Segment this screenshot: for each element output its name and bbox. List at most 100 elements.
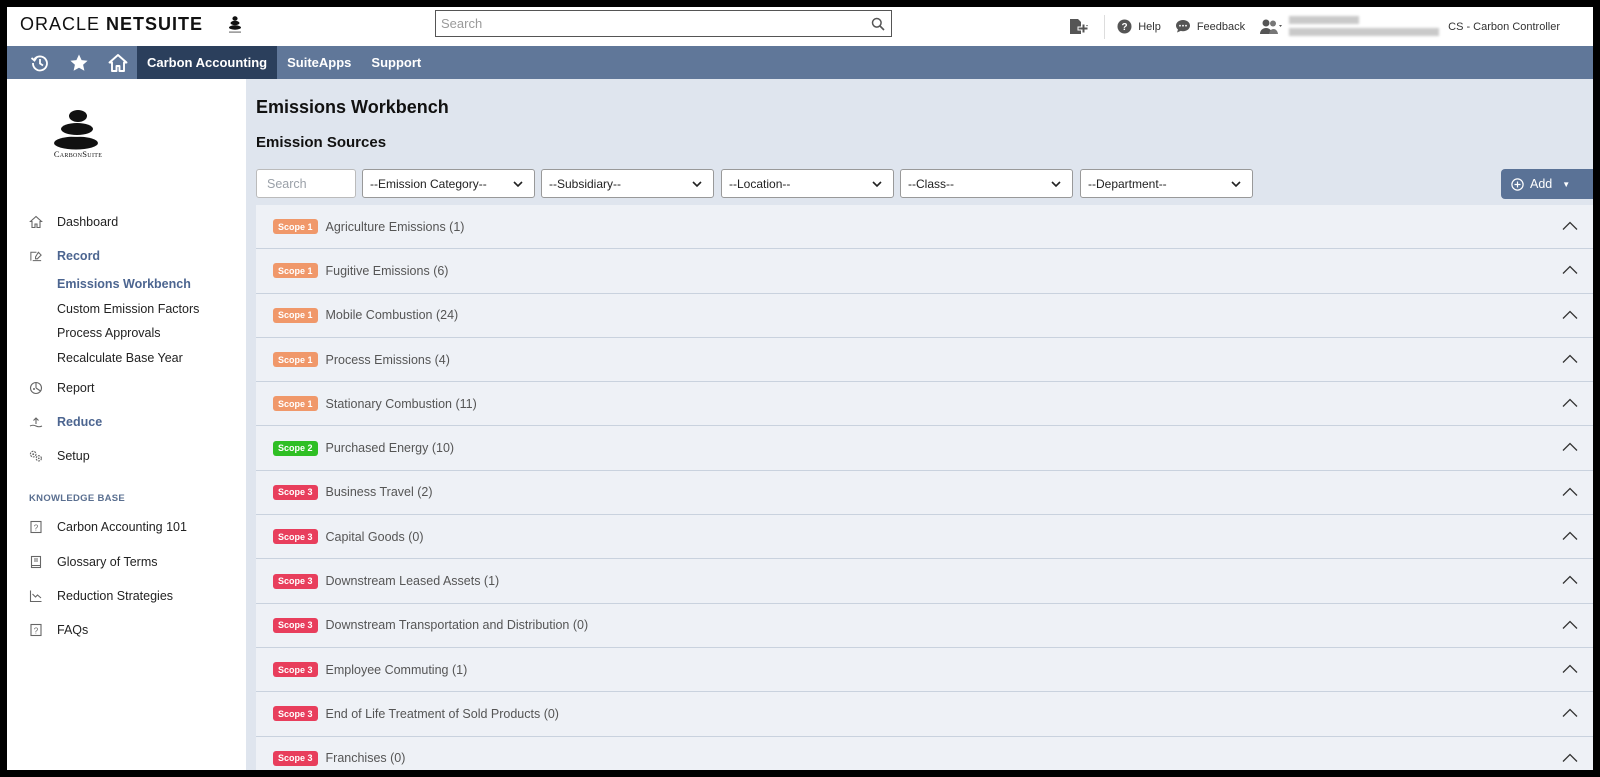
chevron-up-icon[interactable]	[1562, 310, 1578, 320]
emission-source-row[interactable]: Scope 1 Fugitive Emissions (6)	[256, 249, 1593, 294]
emission-source-label: Downstream Leased Assets (1)	[325, 574, 500, 589]
kb-item-label: Glossary of Terms	[57, 555, 158, 569]
recent-records-icon[interactable]	[20, 46, 59, 79]
emission-category-select[interactable]: --Emission Category--	[362, 169, 535, 198]
chevron-up-icon[interactable]	[1562, 221, 1578, 231]
emission-source-row[interactable]: Scope 2 Purchased Energy (10)	[256, 426, 1593, 471]
location-select[interactable]: --Location--	[721, 169, 894, 198]
emission-source-row[interactable]: Scope 3 Downstream Transportation and Dis…	[256, 603, 1593, 648]
scope-badge: Scope 3	[273, 662, 318, 678]
record-icon	[29, 249, 43, 263]
chevron-up-icon[interactable]	[1562, 531, 1578, 541]
emission-source-row[interactable]: Scope 3 Capital Goods (0)	[256, 515, 1593, 560]
chevron-up-icon[interactable]	[1562, 708, 1578, 718]
scope-badge: Scope 1	[273, 396, 318, 412]
emission-source-row[interactable]: Scope 3 Employee Commuting (1)	[256, 647, 1593, 693]
emission-source-row[interactable]: Scope 1 Process Emissions (4)	[256, 337, 1593, 383]
report-chart-icon	[29, 381, 43, 395]
kb-item-reduction-strategies[interactable]: Reduction Strategies	[29, 589, 173, 603]
subsidiary-select[interactable]: --Subsidiary--	[541, 169, 714, 198]
emission-source-label: End of Life Treatment of Sold Products (…	[325, 706, 559, 721]
emission-source-label: Business Travel (2)	[325, 485, 433, 500]
sidebar-item-record[interactable]: Record	[29, 249, 100, 263]
add-button[interactable]: Add ▼	[1501, 169, 1593, 199]
emission-source-label: Process Emissions (4)	[325, 352, 450, 367]
kb-item-glossary-of-terms[interactable]: Glossary of Terms	[29, 555, 158, 569]
emission-source-row[interactable]: Scope 1 Agriculture Emissions (1)	[256, 205, 1593, 250]
create-new-menu[interactable]	[1068, 18, 1090, 36]
chevron-up-icon[interactable]	[1562, 753, 1578, 763]
emission-source-row[interactable]: Scope 1 Mobile Combustion (24)	[256, 293, 1593, 338]
tab-support[interactable]: Support	[361, 46, 431, 79]
sidebar-item-dashboard[interactable]: Dashboard	[29, 215, 118, 229]
emission-source-row[interactable]: Scope 3 Franchises (0)	[256, 736, 1593, 770]
create-record-icon	[1070, 18, 1089, 34]
sidebar-subitem-recalculate-base-year[interactable]: Recalculate Base Year	[57, 351, 183, 365]
home-icon	[29, 215, 43, 229]
emission-source-row[interactable]: Scope 3 End of Life Treatment of Sold Pro…	[256, 692, 1593, 737]
chevron-up-icon[interactable]	[1562, 664, 1578, 674]
emission-source-row[interactable]: Scope 3 Downstream Leased Assets (1)	[256, 559, 1593, 604]
kb-item-label: FAQs	[57, 623, 89, 637]
kb-item-carbon-accounting-101[interactable]: ? Carbon Accounting 101	[29, 520, 187, 534]
emission-search-input[interactable]	[256, 169, 356, 198]
emission-source-label: Agriculture Emissions (1)	[325, 219, 465, 234]
favorites-star-icon[interactable]	[59, 46, 98, 79]
select-value: --Subsidiary--	[549, 176, 622, 191]
caret-down-icon[interactable]: ▼	[1562, 180, 1570, 189]
global-search[interactable]	[435, 10, 892, 37]
emission-source-label: Franchises (0)	[325, 751, 406, 766]
class-select[interactable]: --Class--	[900, 169, 1073, 198]
sidebar-item-setup[interactable]: Setup	[29, 449, 90, 463]
chevron-up-icon[interactable]	[1562, 575, 1578, 585]
tab-carbon-accounting[interactable]: Carbon Accounting	[137, 46, 278, 79]
company-logo-icon[interactable]	[226, 15, 244, 35]
help-doc-icon: ?	[29, 520, 43, 534]
sidebar-item-label: Report	[57, 381, 95, 395]
department-select[interactable]: --Department--	[1080, 169, 1253, 198]
search-icon[interactable]	[865, 11, 891, 36]
sidebar-item-report[interactable]: Report	[29, 381, 95, 395]
trend-chart-icon	[29, 589, 43, 603]
scope-badge: Scope 1	[273, 219, 318, 235]
sidebar-subitem-emissions-workbench[interactable]: Emissions Workbench	[57, 277, 191, 291]
feedback-link[interactable]: Feedback	[1175, 19, 1245, 34]
chevron-up-icon[interactable]	[1562, 398, 1578, 408]
chevron-up-icon[interactable]	[1562, 442, 1578, 452]
global-search-input[interactable]	[436, 11, 865, 36]
chevron-up-icon[interactable]	[1562, 354, 1578, 364]
scope-badge: Scope 3	[273, 529, 318, 545]
scope-badge: Scope 1	[273, 307, 318, 323]
help-link[interactable]: ? Help	[1117, 19, 1161, 34]
section-title: Emission Sources	[256, 134, 387, 151]
sidebar-item-label: Dashboard	[57, 215, 119, 229]
home-icon[interactable]	[98, 46, 137, 79]
oracle-netsuite-logo[interactable]: ORACLE NETSUITE	[20, 14, 203, 35]
emission-source-row[interactable]: Scope 3 Business Travel (2)	[256, 470, 1593, 516]
chevron-up-icon[interactable]	[1562, 265, 1578, 275]
scope-badge: Scope 3	[273, 617, 318, 633]
svg-text:?: ?	[34, 627, 39, 636]
chevron-up-icon[interactable]	[1562, 620, 1578, 630]
faq-icon: ?	[29, 623, 43, 637]
help-icon: ?	[1117, 19, 1132, 34]
feedback-icon	[1175, 20, 1190, 33]
chevron-down-icon	[1231, 181, 1241, 188]
scope-badge: Scope 1	[273, 352, 318, 368]
sidebar-subitem-custom-emission-factors[interactable]: Custom Emission Factors	[57, 302, 199, 316]
kb-item-label: Reduction Strategies	[57, 589, 174, 603]
sidebar-subitem-process-approvals[interactable]: Process Approvals	[57, 326, 161, 340]
chevron-down-icon	[872, 181, 882, 188]
help-label: Help	[1138, 20, 1161, 33]
emission-source-row[interactable]: Scope 1 Stationary Combustion (11)	[256, 382, 1593, 427]
emission-source-label: Employee Commuting (1)	[325, 662, 468, 677]
tab-suiteapps[interactable]: SuiteApps	[277, 46, 361, 79]
chevron-up-icon[interactable]	[1562, 487, 1578, 497]
kb-item-faqs[interactable]: ? FAQs	[29, 623, 88, 637]
emission-source-label: Mobile Combustion (24)	[325, 308, 459, 323]
sidebar-item-reduce[interactable]: Reduce	[29, 415, 102, 429]
scope-badge: Scope 1	[273, 263, 318, 279]
book-icon	[29, 555, 43, 569]
user-menu[interactable]: CS - Carbon Controller	[1259, 14, 1593, 40]
kb-item-label: Carbon Accounting 101	[57, 520, 187, 534]
